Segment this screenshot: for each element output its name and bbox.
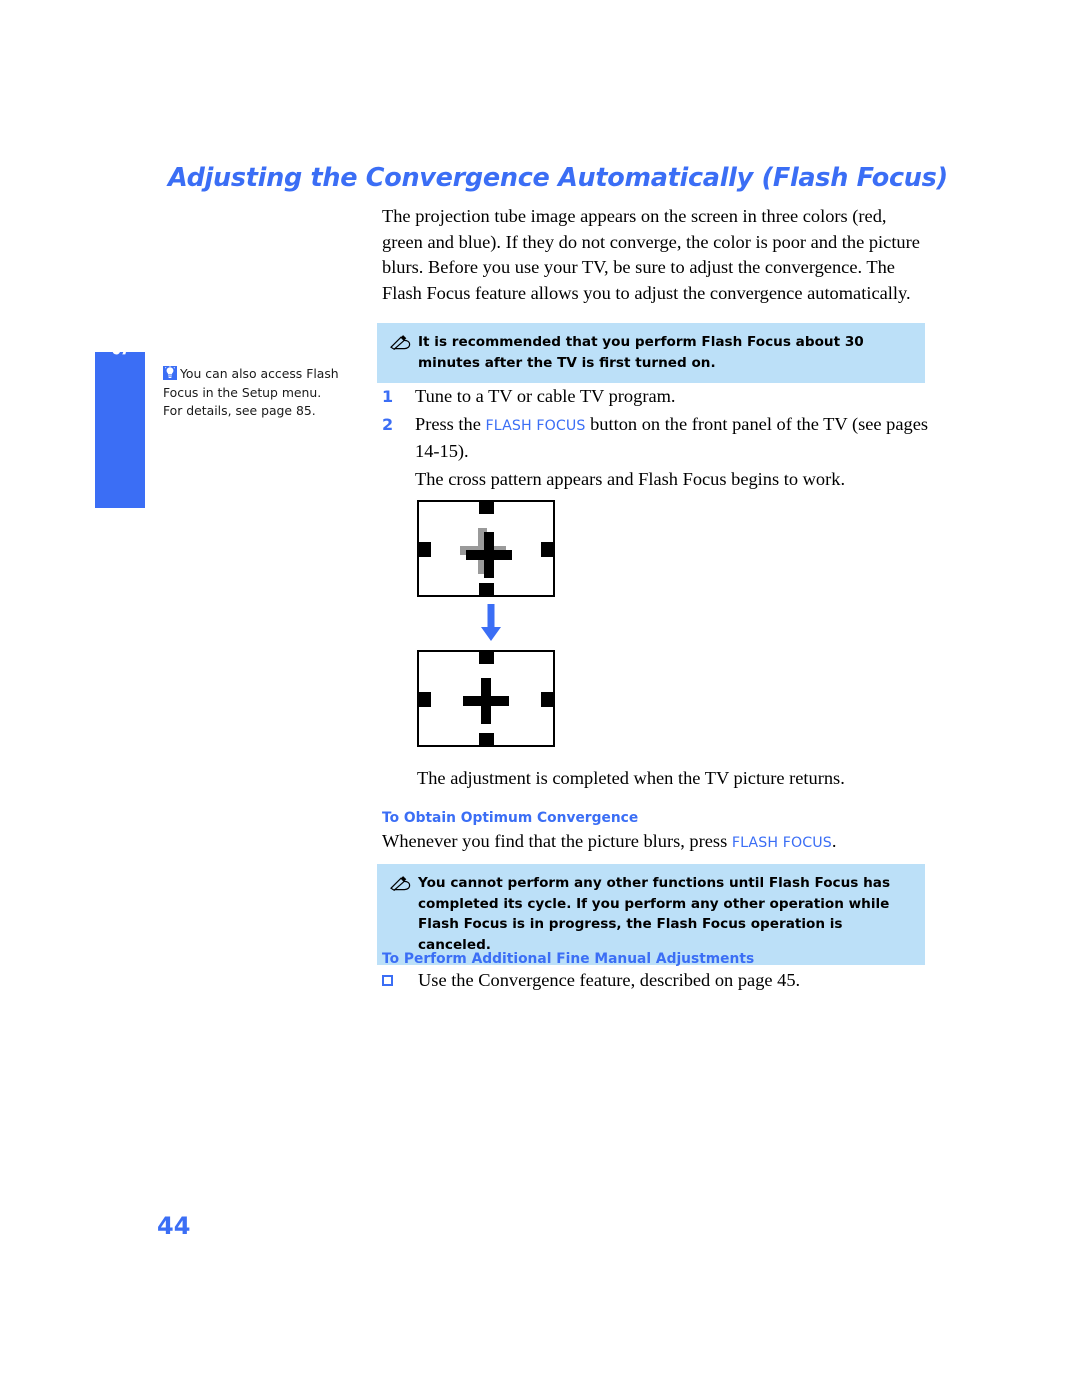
alignment-mark-bottom (479, 583, 494, 596)
step-number: 2 (382, 414, 394, 434)
step-text-part: Press the (415, 413, 486, 434)
step-sub-text: The cross pattern appears and Flash Focu… (415, 468, 846, 489)
margin-tip-note: You can also access Flash Focus in the S… (163, 365, 341, 421)
cross-pattern-main (466, 532, 512, 578)
diagram-misconverged (417, 500, 557, 597)
arrow-down-icon (478, 604, 504, 642)
step-number: 1 (382, 387, 394, 406)
sidebar-tab-setup[interactable]: Setup (95, 292, 145, 508)
flash-focus-button-ref: FLASH FOCUS (731, 835, 832, 851)
section-body-part: Whenever you find that the picture blurs… (382, 831, 732, 851)
step-item: 1 Tune to a TV or cable TV program. (382, 384, 930, 410)
diagram-converged (417, 650, 557, 747)
tv-screen-frame (417, 500, 555, 597)
cross-pattern-main (463, 678, 509, 724)
alignment-mark-left (418, 692, 431, 707)
intro-paragraph: The projection tube image appears on the… (382, 206, 920, 303)
pencil-note-icon (390, 334, 411, 350)
page-number: 44 (157, 1212, 191, 1240)
section-body-part: . (831, 831, 837, 851)
alignment-mark-left (418, 542, 431, 557)
alignment-mark-top (479, 651, 494, 664)
sidebar-tab-label: Setup (109, 292, 131, 356)
note-text: You cannot perform any other functions u… (418, 875, 891, 953)
bullet-text: Use the Convergence feature, described o… (418, 970, 801, 990)
step-item: 2 Press the FLASH FOCUS button on the fr… (382, 412, 930, 465)
alignment-mark-bottom (479, 733, 494, 746)
lightbulb-icon (163, 366, 177, 380)
flash-focus-button-ref: FLASH FOCUS (485, 417, 586, 434)
section-heading-optimum-convergence: To Obtain Optimum Convergence (382, 810, 639, 826)
page-title: Adjusting the Convergence Automatically … (168, 163, 948, 193)
alignment-mark-right (541, 692, 554, 707)
note-box-warning: You cannot perform any other functions u… (377, 864, 925, 965)
alignment-mark-top (479, 501, 494, 514)
steps-list: 1 Tune to a TV or cable TV program. 2 Pr… (382, 384, 930, 492)
note-box-recommendation: It is recommended that you perform Flash… (377, 323, 925, 383)
alignment-mark-right (541, 542, 554, 557)
diagram-bottom-caption: The adjustment is completed when the TV … (417, 768, 845, 788)
step-text: Tune to a TV or cable TV program. (415, 384, 930, 410)
note-text: It is recommended that you perform Flash… (418, 334, 864, 371)
bullet-square-icon (382, 968, 418, 994)
section-body-optimum-convergence: Whenever you find that the picture blurs… (382, 829, 930, 857)
pencil-note-icon (390, 875, 411, 891)
bullet-list-item: Use the Convergence feature, described o… (382, 968, 930, 994)
step-text-part: Tune to a TV or cable TV program. (415, 386, 676, 406)
step-text: Press the FLASH FOCUS button on the fron… (415, 412, 930, 465)
section-heading-manual-adjustments: To Perform Additional Fine Manual Adjust… (382, 951, 755, 967)
margin-tip-text: You can also access Flash Focus in the S… (163, 366, 339, 418)
tv-screen-frame (417, 650, 555, 747)
